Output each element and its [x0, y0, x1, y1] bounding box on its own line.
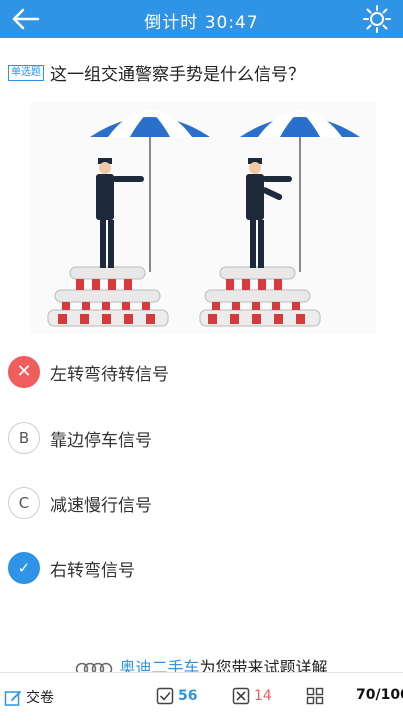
wrong-count-value: 14 [254, 688, 272, 704]
correct-count-value: 56 [178, 688, 198, 704]
edit-icon [4, 691, 21, 706]
option-label: 靠边停车信号 [50, 431, 152, 451]
x-box-icon [232, 687, 250, 705]
option-letter-badge: B [8, 422, 40, 454]
bottom-bar: 交卷 56 14 70/100 [0, 672, 403, 721]
option-label: 减速慢行信号 [50, 496, 152, 516]
option-d[interactable]: ✓ 右转弯信号 [8, 552, 388, 586]
option-label: 右转弯信号 [50, 561, 135, 581]
traffic-police-gesture-image [30, 102, 376, 334]
question-text: 这一组交通警察手势是什么信号？ [50, 65, 305, 85]
submit-label: 交卷 [26, 690, 54, 706]
top-bar: 倒计时 30:47 [0, 0, 403, 38]
countdown-title: 倒计时 30:47 [144, 13, 259, 33]
progress-indicator: 70/100 [356, 687, 403, 703]
check-box-icon [156, 687, 174, 705]
correct-answer-icon: ✓ [8, 552, 40, 584]
brightness-icon[interactable] [363, 5, 391, 33]
option-c[interactable]: C 减速慢行信号 [8, 487, 388, 521]
option-label: 左转弯待转信号 [50, 365, 169, 385]
correct-count[interactable]: 56 [156, 687, 197, 705]
option-b[interactable]: B 靠边停车信号 [8, 422, 388, 456]
submit-exam-button[interactable]: 交卷 [4, 687, 54, 707]
question-type-badge: 单选题 [8, 64, 44, 81]
question: 单选题 这一组交通警察手势是什么信号？ [8, 60, 398, 85]
wrong-count[interactable]: 14 [232, 687, 272, 705]
question-grid-button[interactable] [306, 687, 328, 705]
option-a[interactable]: ✕ 左转弯待转信号 [8, 356, 388, 390]
option-letter-badge: C [8, 487, 40, 519]
grid-icon [306, 687, 324, 705]
wrong-answer-icon: ✕ [8, 356, 40, 388]
